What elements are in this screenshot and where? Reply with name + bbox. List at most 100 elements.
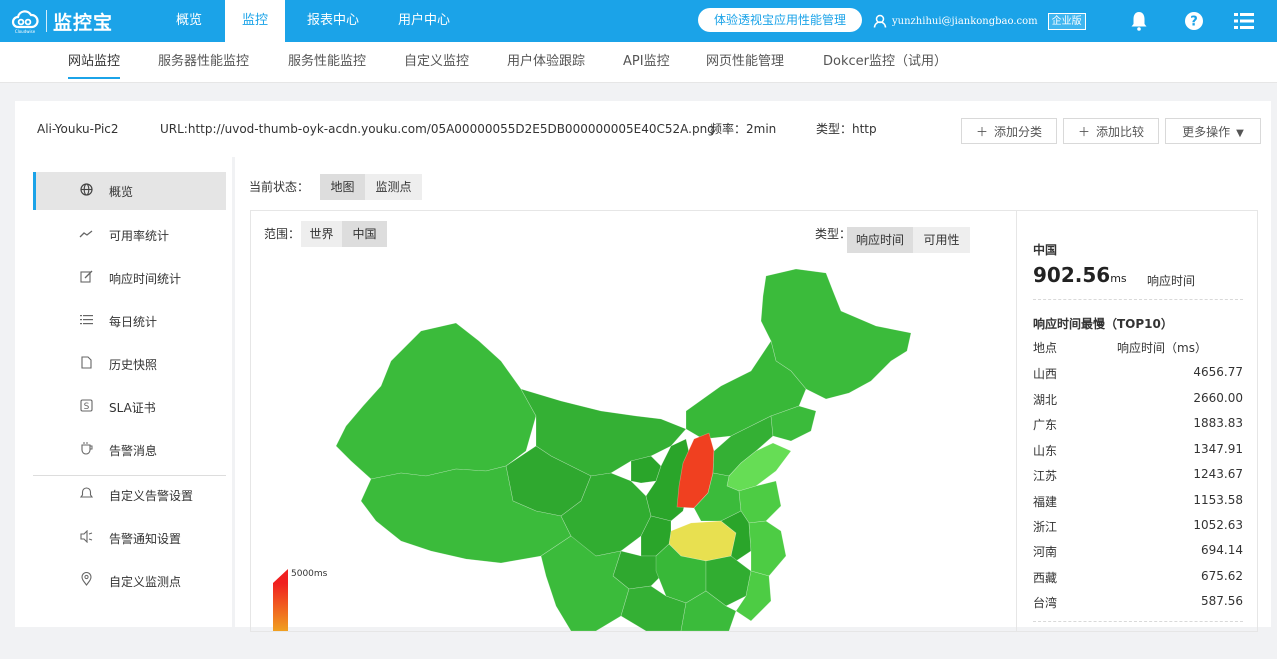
main-panel: 当前状态： 地图 监测点 范围： 世界 中国 类型： 响应时间 可用性 5000… [235, 157, 1271, 632]
table-row: 浙江 1052.63 [1033, 518, 1243, 543]
tab-map[interactable]: 地图 [320, 174, 365, 200]
subnav-custom[interactable]: 自定义监控 [404, 42, 469, 82]
trend-icon [77, 228, 95, 243]
document-icon [77, 355, 95, 373]
add-category-label: 添加分类 [994, 125, 1043, 139]
more-actions-button[interactable]: 更多操作 ▼ [1165, 118, 1261, 144]
row-place: 江苏 [1033, 469, 1058, 483]
add-category-button[interactable]: ＋ 添加分类 [961, 118, 1057, 144]
list-icon [77, 314, 95, 329]
summary-region: 中国 [1033, 243, 1058, 257]
sidebar-item-daily[interactable]: 每日统计 [33, 302, 226, 340]
alarm-settings-icon [77, 486, 95, 504]
row-time: 1243.67 [1193, 467, 1243, 481]
tab-monitor-points[interactable]: 监测点 [365, 174, 422, 200]
menu-icon[interactable] [1233, 10, 1255, 32]
sub-navbar: 网站监控 服务器性能监控 服务性能监控 自定义监控 用户体验跟踪 API监控 网… [0, 42, 1277, 83]
subnav-server[interactable]: 服务器性能监控 [158, 42, 249, 82]
row-place: 山西 [1033, 367, 1058, 381]
row-place: 湖北 [1033, 393, 1058, 407]
add-compare-button[interactable]: ＋ 添加比较 [1063, 118, 1159, 144]
summary-value: 902.56 [1033, 263, 1111, 287]
user-area[interactable]: yunzhihui@jiankongbao.com 企业版 [873, 0, 1086, 42]
map-region-xinjiang[interactable] [335, 322, 537, 480]
caret-down-icon: ▼ [1236, 128, 1244, 139]
sidebar-item-label: 自定义告警设置 [109, 488, 194, 503]
sidebar-item-alerts[interactable]: 告警消息 [33, 431, 226, 469]
row-place: 台湾 [1033, 596, 1058, 610]
row-time: 587.56 [1201, 594, 1243, 608]
col-place-header: 地点 [1033, 341, 1058, 355]
sidebar-item-label: 响应时间统计 [109, 271, 182, 286]
summary-panel: 中国 902.56ms 响应时间 响应时间最慢（TOP10） 地点 响应时间（m… [1016, 211, 1257, 631]
plus-icon: ＋ [1077, 125, 1090, 139]
row-place: 山东 [1033, 444, 1058, 458]
svg-text:?: ? [1190, 15, 1198, 30]
sidebar-item-label: 告警消息 [109, 443, 158, 458]
summary-value-wrap: 902.56ms [1033, 263, 1127, 287]
user-icon [873, 14, 887, 28]
nav-user-center[interactable]: 用户中心 [384, 0, 464, 42]
sidebar-item-label: 告警通知设置 [109, 531, 182, 546]
sidebar-item-snapshot[interactable]: 历史快照 [33, 345, 226, 383]
monitor-url: URL:http://uvod-thumb-oyk-acdn.youku.com… [160, 122, 715, 136]
subnav-api[interactable]: API监控 [623, 42, 670, 82]
sidebar-item-notify[interactable]: 告警通知设置 [33, 519, 226, 557]
legend-max-label: 5000ms [291, 569, 328, 579]
svg-text:Cloudwise: Cloudwise [15, 29, 36, 34]
sla-icon: S [77, 398, 95, 416]
china-map[interactable] [251, 211, 1015, 631]
row-place: 福建 [1033, 495, 1058, 509]
svg-text:S: S [83, 402, 89, 412]
nav-reports[interactable]: 报表中心 [293, 0, 373, 42]
subnav-docker[interactable]: Dokcer监控（试用） [823, 42, 947, 82]
edit-icon [77, 270, 95, 287]
sidebar-item-response-time[interactable]: 响应时间统计 [33, 259, 226, 297]
subnav-service[interactable]: 服务性能监控 [288, 42, 366, 82]
status-label: 当前状态： [249, 180, 310, 194]
summary-metric: 响应时间 [1147, 274, 1196, 288]
row-place: 西藏 [1033, 571, 1058, 585]
sidebar-item-custom-points[interactable]: 自定义监测点 [33, 562, 226, 600]
subnav-ux[interactable]: 用户体验跟踪 [507, 42, 585, 82]
table-row: 山西 4656.77 [1033, 365, 1243, 390]
logo[interactable]: Cloudwise 监控宝 [10, 6, 113, 36]
divider [1033, 621, 1243, 622]
summary-unit: ms [1110, 272, 1127, 285]
sidebar-item-availability[interactable]: 可用率统计 [33, 216, 226, 254]
legend-scale [273, 569, 288, 631]
help-icon[interactable]: ? [1183, 10, 1205, 32]
sidebar-item-label: 历史快照 [109, 357, 158, 372]
sidebar-item-custom-alert[interactable]: 自定义告警设置 [33, 476, 226, 514]
row-time: 1347.91 [1193, 442, 1243, 456]
subnav-website[interactable]: 网站监控 [68, 42, 121, 82]
sidebar-item-label: 每日统计 [109, 314, 158, 329]
notify-icon [77, 529, 95, 547]
sidebar-item-label: 概览 [109, 184, 134, 199]
map-container: 范围： 世界 中国 类型： 响应时间 可用性 5000ms 中国 902.56m… [250, 210, 1258, 632]
table-row: 河南 694.14 [1033, 543, 1243, 568]
divider [1033, 299, 1243, 300]
monitor-type: 类型：http [816, 122, 877, 136]
monitor-info-bar: Ali-Youku-Pic2 URL:http://uvod-thumb-oyk… [15, 101, 1271, 157]
sidebar-item-label: SLA证书 [109, 400, 156, 415]
cup-icon [77, 441, 95, 459]
table-row: 湖北 2660.00 [1033, 391, 1243, 416]
bell-icon[interactable] [1128, 10, 1150, 32]
col-time-header: 响应时间（ms） [1117, 341, 1207, 355]
row-time: 694.14 [1201, 543, 1243, 557]
sidebar-item-sla[interactable]: S SLA证书 [33, 388, 226, 426]
cloud-logo-icon: Cloudwise [11, 10, 39, 34]
table-row: 广东 1883.83 [1033, 416, 1243, 441]
sidebar-item-label: 可用率统计 [109, 228, 170, 243]
plus-icon: ＋ [975, 125, 988, 139]
row-time: 675.62 [1201, 569, 1243, 583]
sidebar-item-overview[interactable]: 概览 [33, 172, 226, 210]
top10-title: 响应时间最慢（TOP10） [1033, 317, 1173, 331]
trial-apm-button[interactable]: 体验透视宝应用性能管理 [698, 8, 862, 32]
subnav-webperf[interactable]: 网页性能管理 [706, 42, 784, 82]
map-region-zhejiang[interactable] [748, 520, 787, 577]
table-row: 江苏 1243.67 [1033, 467, 1243, 492]
nav-overview[interactable]: 概览 [160, 0, 218, 42]
nav-monitor[interactable]: 监控 [225, 0, 285, 42]
